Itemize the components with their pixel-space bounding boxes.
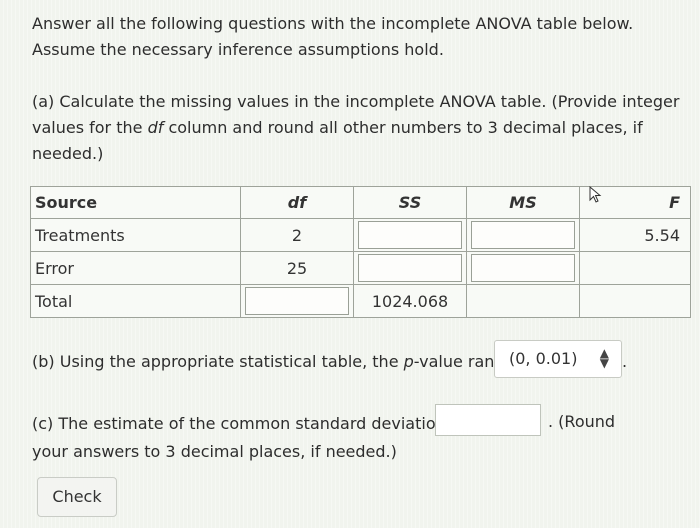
cell-df [240, 284, 354, 318]
cell-f [579, 251, 691, 285]
header-ms: MS [466, 186, 580, 219]
part-b-trailing-period: . [622, 352, 628, 371]
part-c-line1: (c) The estimate of the common standard … [32, 414, 464, 433]
intro-text-line2: Assume the necessary inference assumptio… [32, 40, 444, 59]
cell-ss [353, 218, 467, 252]
cell-source: Total [30, 284, 241, 318]
chevron-up-down-icon: ▲ ▼ [599, 346, 609, 370]
std-dev-input[interactable] [435, 404, 541, 436]
part-c-round-note: . (Round [548, 412, 616, 431]
error-ss-input[interactable] [358, 254, 462, 282]
cell-ms [466, 218, 580, 252]
question-page: Answer all the following questions with … [0, 0, 700, 528]
header-source: Source [30, 186, 241, 219]
cell-source: Error [30, 251, 241, 285]
p-value-range-select[interactable]: (0, 0.01) ▲ ▼ [494, 340, 622, 378]
header-ss: SS [353, 186, 467, 219]
cell-ms [466, 284, 580, 318]
table-row-total: Total 1024.068 [30, 284, 691, 318]
part-a-line1: (a) Calculate the missing values in the … [32, 92, 680, 111]
cell-df: 2 [240, 218, 354, 252]
intro-text-line1: Answer all the following questions with … [32, 14, 634, 33]
total-df-input[interactable] [245, 287, 349, 315]
cell-ss [353, 251, 467, 285]
part-a-line2: values for the df column and round all o… [32, 118, 643, 137]
anova-table: Source df SS MS F Treatments 2 5.54 Erro… [30, 186, 691, 318]
selected-value: (0, 0.01) [509, 349, 578, 368]
treatments-ss-input[interactable] [358, 221, 462, 249]
cell-ss: 1024.068 [353, 284, 467, 318]
part-b-text: (b) Using the appropriate statistical ta… [32, 352, 533, 371]
header-df: df [240, 186, 354, 219]
treatments-ms-input[interactable] [471, 221, 575, 249]
table-row-treatments: Treatments 2 5.54 [30, 218, 691, 252]
mouse-cursor-icon [589, 186, 602, 203]
check-button[interactable]: Check [37, 477, 117, 517]
part-c-line2: your answers to 3 decimal places, if nee… [32, 442, 397, 461]
cell-ms [466, 251, 580, 285]
cell-source: Treatments [30, 218, 241, 252]
cell-df: 25 [240, 251, 354, 285]
table-row-error: Error 25 [30, 251, 691, 285]
cell-f [579, 284, 691, 318]
part-a-line3: needed.) [32, 144, 104, 163]
cell-f: 5.54 [579, 218, 691, 252]
error-ms-input[interactable] [471, 254, 575, 282]
